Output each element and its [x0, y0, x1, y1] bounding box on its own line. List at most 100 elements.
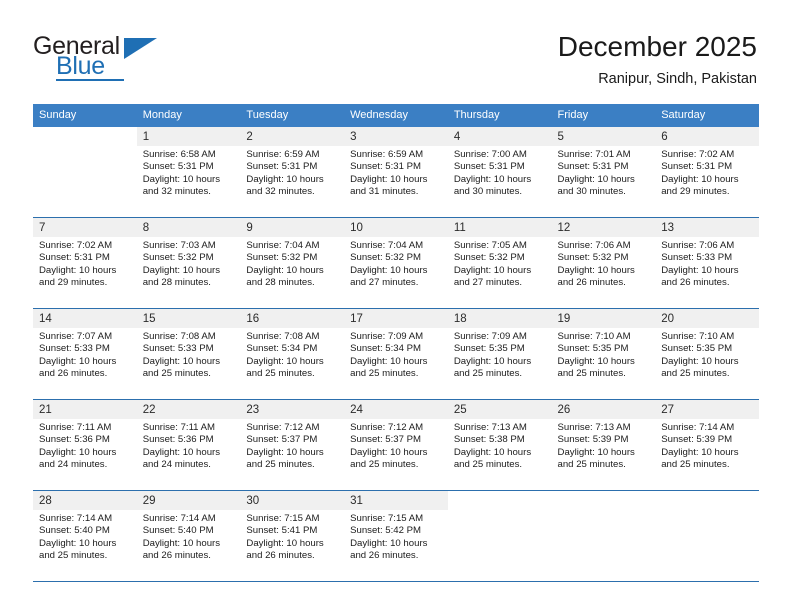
day-detail-sunset: Sunset: 5:34 PM: [246, 343, 318, 355]
calendar-day-cell[interactable]: 21 Sunrise: 7:11 AM Sunset: 5:36 PM Dayligh…: [33, 399, 137, 491]
day-details: Sunrise: 7:01 AM Sunset: 5:31 PM Daylight:…: [551, 146, 656, 199]
calendar-day-cell[interactable]: 16 Sunrise: 7:08 AM Sunset: 5:34 PM Dayligh…: [240, 308, 345, 400]
calendar-day-cell[interactable]: 4 Sunrise: 7:00 AM Sunset: 5:31 PM Daylight…: [447, 127, 552, 218]
calendar-day-cell[interactable]: 19 Sunrise: 7:10 AM Sunset: 5:35 PM Dayligh…: [551, 308, 656, 400]
day-number: 11: [447, 218, 552, 237]
weekday-header-tuesday: Tuesday: [240, 104, 345, 127]
calendar-week-row: 14 Sunrise: 7:07 AM Sunset: 5:33 PM Dayligh…: [33, 308, 759, 400]
day-detail-sunrise: Sunrise: 7:15 AM: [246, 513, 320, 524]
day-detail-daylight-2: and 29 minutes.: [39, 277, 108, 289]
day-detail-sunset: Sunset: 5:40 PM: [39, 525, 110, 537]
calendar-day-cell[interactable]: 29 Sunrise: 7:14 AM Sunset: 5:40 PM Dayligh…: [136, 490, 241, 582]
day-number: 21: [33, 400, 137, 419]
page-header: General Blue December 2025 Ranipur, Sind…: [0, 0, 792, 104]
day-details: Sunrise: 7:12 AM Sunset: 5:37 PM Daylight:…: [240, 419, 345, 472]
day-detail-daylight-1: Daylight: 10 hours: [246, 355, 324, 367]
calendar-day-cell[interactable]: 7 Sunrise: 7:02 AM Sunset: 5:31 PM Daylight…: [33, 217, 137, 309]
day-detail-daylight-2: and 30 minutes.: [453, 186, 523, 198]
calendar-day-cell[interactable]: 22 Sunrise: 7:11 AM Sunset: 5:36 PM Dayligh…: [136, 399, 241, 491]
day-detail-daylight-2: and 32 minutes.: [142, 186, 211, 198]
day-number: 23: [240, 400, 345, 419]
weekday-header-wednesday: Wednesday: [344, 104, 448, 127]
calendar-day-cell[interactable]: 26 Sunrise: 7:13 AM Sunset: 5:39 PM Dayligh…: [551, 399, 656, 491]
calendar-day-cell[interactable]: 13 Sunrise: 7:06 AM Sunset: 5:33 PM Dayligh…: [655, 217, 759, 309]
day-number: 8: [136, 218, 241, 237]
day-details: Sunrise: 7:00 AM Sunset: 5:31 PM Daylight:…: [447, 146, 552, 199]
day-detail-sunrise: Sunrise: 7:03 AM: [142, 240, 216, 251]
day-details: Sunrise: 7:14 AM Sunset: 5:39 PM Daylight:…: [655, 419, 759, 472]
day-detail-sunrise: Sunrise: 7:06 AM: [557, 240, 631, 251]
day-details: Sunrise: 7:07 AM Sunset: 5:33 PM Daylight:…: [33, 328, 137, 381]
day-detail-sunset: Sunset: 5:36 PM: [142, 434, 214, 446]
day-detail-sunrise: Sunrise: 7:13 AM: [453, 422, 527, 433]
calendar-day-cell[interactable]: 5 Sunrise: 7:01 AM Sunset: 5:31 PM Daylight…: [551, 127, 656, 218]
calendar-week-row: 21 Sunrise: 7:11 AM Sunset: 5:36 PM Dayligh…: [33, 399, 759, 491]
day-detail-daylight-1: Daylight: 10 hours: [661, 355, 739, 367]
day-number: 28: [33, 491, 137, 510]
calendar-day-cell[interactable]: 3 Sunrise: 6:59 AM Sunset: 5:31 PM Daylight…: [344, 127, 448, 218]
day-detail-daylight-2: and 25 minutes.: [350, 368, 419, 380]
day-details: Sunrise: 7:08 AM Sunset: 5:33 PM Daylight:…: [136, 328, 241, 381]
day-detail-daylight-1: Daylight: 10 hours: [246, 446, 324, 458]
calendar-day-cell[interactable]: 24 Sunrise: 7:12 AM Sunset: 5:37 PM Dayligh…: [344, 399, 448, 491]
day-number: 27: [655, 400, 759, 419]
day-number: 18: [447, 309, 552, 328]
day-detail-sunset: Sunset: 5:32 PM: [453, 252, 525, 264]
day-detail-daylight-2: and 26 minutes.: [142, 550, 211, 562]
calendar-day-cell[interactable]: 31 Sunrise: 7:15 AM Sunset: 5:42 PM Dayligh…: [344, 490, 448, 582]
calendar-day-cell[interactable]: 17 Sunrise: 7:09 AM Sunset: 5:34 PM Dayligh…: [344, 308, 448, 400]
weekday-header-sunday: Sunday: [33, 104, 137, 127]
calendar-day-cell[interactable]: 28 Sunrise: 7:14 AM Sunset: 5:40 PM Dayligh…: [33, 490, 137, 582]
day-number: 26: [551, 400, 656, 419]
calendar-page: General Blue December 2025 Ranipur, Sind…: [0, 0, 792, 612]
calendar-day-cell[interactable]: 27 Sunrise: 7:14 AM Sunset: 5:39 PM Dayligh…: [655, 399, 759, 491]
day-detail-daylight-1: Daylight: 10 hours: [142, 537, 221, 549]
day-detail-daylight-2: and 28 minutes.: [142, 277, 211, 289]
day-details: Sunrise: 7:04 AM Sunset: 5:32 PM Daylight:…: [240, 237, 345, 290]
day-detail-sunset: Sunset: 5:31 PM: [557, 161, 629, 173]
calendar-day-cell[interactable]: 2 Sunrise: 6:59 AM Sunset: 5:31 PM Daylight…: [240, 127, 345, 218]
calendar-day-cell[interactable]: 25 Sunrise: 7:13 AM Sunset: 5:38 PM Dayligh…: [447, 399, 552, 491]
calendar-day-cell: [447, 490, 552, 582]
calendar-day-empty: [33, 127, 137, 217]
day-detail-sunrise: Sunrise: 6:59 AM: [246, 149, 320, 160]
calendar-day-cell[interactable]: 9 Sunrise: 7:04 AM Sunset: 5:32 PM Daylight…: [240, 217, 345, 309]
day-detail-daylight-2: and 24 minutes.: [142, 459, 211, 471]
day-detail-sunset: Sunset: 5:37 PM: [350, 434, 422, 446]
calendar-day-cell[interactable]: 11 Sunrise: 7:05 AM Sunset: 5:32 PM Dayligh…: [447, 217, 552, 309]
day-detail-daylight-1: Daylight: 10 hours: [557, 264, 635, 276]
calendar-day-empty: [551, 491, 656, 581]
day-number: 7: [33, 218, 137, 237]
day-detail-daylight-2: and 26 minutes.: [39, 368, 108, 380]
calendar-day-cell[interactable]: 8 Sunrise: 7:03 AM Sunset: 5:32 PM Daylight…: [136, 217, 241, 309]
calendar-table: Sunday Monday Tuesday Wednesday Thursday…: [33, 104, 759, 582]
weekday-header-saturday: Saturday: [655, 104, 759, 127]
calendar-day-cell[interactable]: 30 Sunrise: 7:15 AM Sunset: 5:41 PM Dayligh…: [240, 490, 345, 582]
calendar-day-cell[interactable]: 18 Sunrise: 7:09 AM Sunset: 5:35 PM Dayligh…: [447, 308, 552, 400]
weekday-header-monday: Monday: [136, 104, 241, 127]
logo-text-blue: Blue: [56, 52, 105, 80]
calendar-day-cell[interactable]: 14 Sunrise: 7:07 AM Sunset: 5:33 PM Dayligh…: [33, 308, 137, 400]
day-detail-sunset: Sunset: 5:33 PM: [39, 343, 110, 355]
calendar-day-cell[interactable]: 23 Sunrise: 7:12 AM Sunset: 5:37 PM Dayligh…: [240, 399, 345, 491]
day-detail-daylight-2: and 24 minutes.: [39, 459, 108, 471]
day-details: Sunrise: 7:10 AM Sunset: 5:35 PM Daylight:…: [655, 328, 759, 381]
page-subtitle: Ranipur, Sindh, Pakistan: [598, 71, 757, 87]
calendar-day-cell[interactable]: 6 Sunrise: 7:02 AM Sunset: 5:31 PM Daylight…: [655, 127, 759, 218]
calendar-day-cell: [33, 127, 137, 218]
day-detail-daylight-2: and 25 minutes.: [661, 368, 730, 380]
day-detail-daylight-1: Daylight: 10 hours: [453, 446, 532, 458]
day-detail-daylight-2: and 25 minutes.: [350, 459, 419, 471]
day-details: Sunrise: 7:14 AM Sunset: 5:40 PM Daylight:…: [136, 510, 241, 563]
title-block: December 2025 Ranipur, Sindh, Pakistan: [558, 30, 757, 90]
day-detail-daylight-1: Daylight: 10 hours: [246, 264, 324, 276]
day-detail-sunset: Sunset: 5:39 PM: [557, 434, 629, 446]
calendar-day-cell[interactable]: 1 Sunrise: 6:58 AM Sunset: 5:31 PM Daylight…: [136, 127, 241, 218]
calendar-day-cell[interactable]: 12 Sunrise: 7:06 AM Sunset: 5:32 PM Dayligh…: [551, 217, 656, 309]
day-details: Sunrise: 7:09 AM Sunset: 5:34 PM Daylight:…: [344, 328, 448, 381]
day-detail-daylight-2: and 25 minutes.: [661, 459, 730, 471]
calendar-day-cell[interactable]: 15 Sunrise: 7:08 AM Sunset: 5:33 PM Dayligh…: [136, 308, 241, 400]
day-detail-sunset: Sunset: 5:32 PM: [557, 252, 629, 264]
calendar-day-cell[interactable]: 20 Sunrise: 7:10 AM Sunset: 5:35 PM Dayligh…: [655, 308, 759, 400]
calendar-day-cell[interactable]: 10 Sunrise: 7:04 AM Sunset: 5:32 PM Dayligh…: [344, 217, 448, 309]
